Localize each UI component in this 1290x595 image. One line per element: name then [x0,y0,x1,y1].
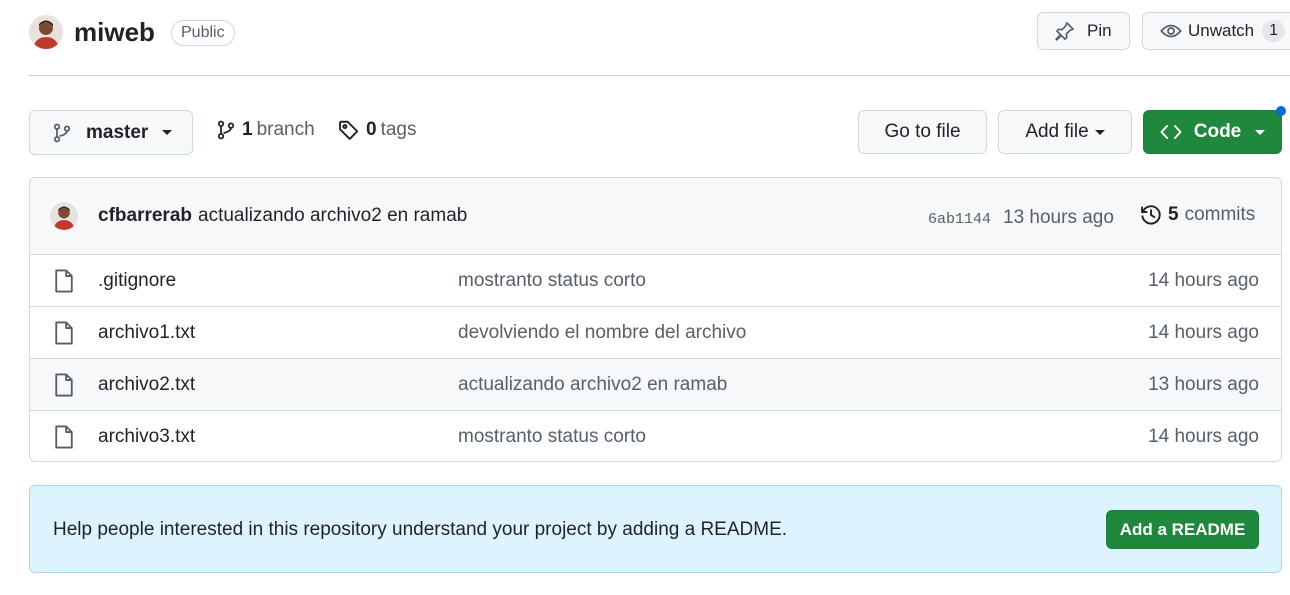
file-commit-message[interactable]: mostranto status corto [458,411,646,461]
file-row[interactable]: archivo1.txt devolviendo el nombre del a… [30,306,1281,358]
notification-dot [1276,106,1286,116]
file-row[interactable]: archivo2.txt actualizando archivo2 en ra… [30,358,1281,410]
eye-icon [1160,22,1182,40]
commit-sha[interactable]: 6ab1144 [928,211,991,228]
file-list: .gitignore mostranto status corto 14 hou… [30,255,1281,461]
unwatch-button[interactable]: Unwatch 1 [1142,12,1290,50]
file-commit-time: 14 hours ago [1148,321,1259,343]
add-readme-button[interactable]: Add a README [1106,510,1259,549]
branch-label: branch [256,119,315,140]
code-icon [1160,124,1182,140]
file-commit-time: 14 hours ago [1148,425,1259,447]
readme-prompt-text: Help people interested in this repositor… [53,519,788,540]
file-name[interactable]: archivo3.txt [98,411,195,461]
file-commit-message[interactable]: devolviendo el nombre del archivo [458,307,746,358]
branches-link[interactable]: 1 branch [216,119,315,141]
commit-count: 5 [1168,204,1179,225]
commit-time: 13 hours ago [1003,207,1114,228]
file-icon [54,255,74,306]
history-icon [1140,204,1162,226]
header-divider [29,75,1290,76]
pin-icon [1055,21,1075,41]
repo-name-link[interactable]: miweb [74,17,155,48]
git-branch-icon [216,119,236,141]
unwatch-label: Unwatch [1188,21,1255,40]
chevron-down-icon [1094,129,1105,135]
tag-icon [338,119,360,141]
file-name[interactable]: .gitignore [98,255,176,306]
current-branch-label: master [86,121,149,143]
file-row[interactable]: archivo3.txt mostranto status corto 14 h… [30,410,1281,461]
tag-label: tags [380,119,417,140]
latest-commit-bar: cfbarrerab actualizando archivo2 en rama… [30,178,1281,255]
commit-message[interactable]: actualizando archivo2 en ramab [198,205,467,227]
pin-button[interactable]: Pin [1037,12,1130,50]
repo-owner-avatar[interactable] [29,15,63,49]
file-icon [54,307,74,358]
file-name[interactable]: archivo2.txt [98,359,195,410]
chevron-down-icon [162,130,173,135]
go-to-file-button[interactable]: Go to file [858,110,987,154]
file-commit-message[interactable]: actualizando archivo2 en ramab [458,359,727,410]
tags-link[interactable]: 0 tags [338,119,417,141]
file-commit-time: 13 hours ago [1148,373,1259,395]
code-button[interactable]: Code [1143,110,1282,154]
git-branch-icon [52,123,72,143]
commits-history-link[interactable]: 5 commits [1140,204,1255,226]
watch-count: 1 [1262,20,1286,42]
file-commit-time: 14 hours ago [1148,269,1259,291]
file-commit-message[interactable]: mostranto status corto [458,255,646,306]
readme-banner: Help people interested in this repositor… [29,485,1282,573]
file-icon [54,359,74,410]
code-label: Code [1193,121,1242,142]
commit-author-avatar[interactable] [50,202,78,230]
file-name[interactable]: archivo1.txt [98,307,195,358]
file-icon [54,411,74,461]
commit-author[interactable]: cfbarrerab [98,205,192,227]
visibility-badge: Public [171,20,235,46]
branch-count: 1 [242,119,253,140]
file-row[interactable]: .gitignore mostranto status corto 14 hou… [30,255,1281,306]
file-browser: cfbarrerab actualizando archivo2 en rama… [29,177,1282,462]
add-file-button[interactable]: Add file [998,110,1132,154]
branch-selector-button[interactable]: master [29,110,193,155]
add-file-label: Add file [1025,121,1089,142]
tag-count: 0 [366,119,377,140]
commit-count-label: commits [1184,204,1256,225]
pin-label: Pin [1087,21,1112,40]
chevron-down-icon [1255,129,1266,135]
